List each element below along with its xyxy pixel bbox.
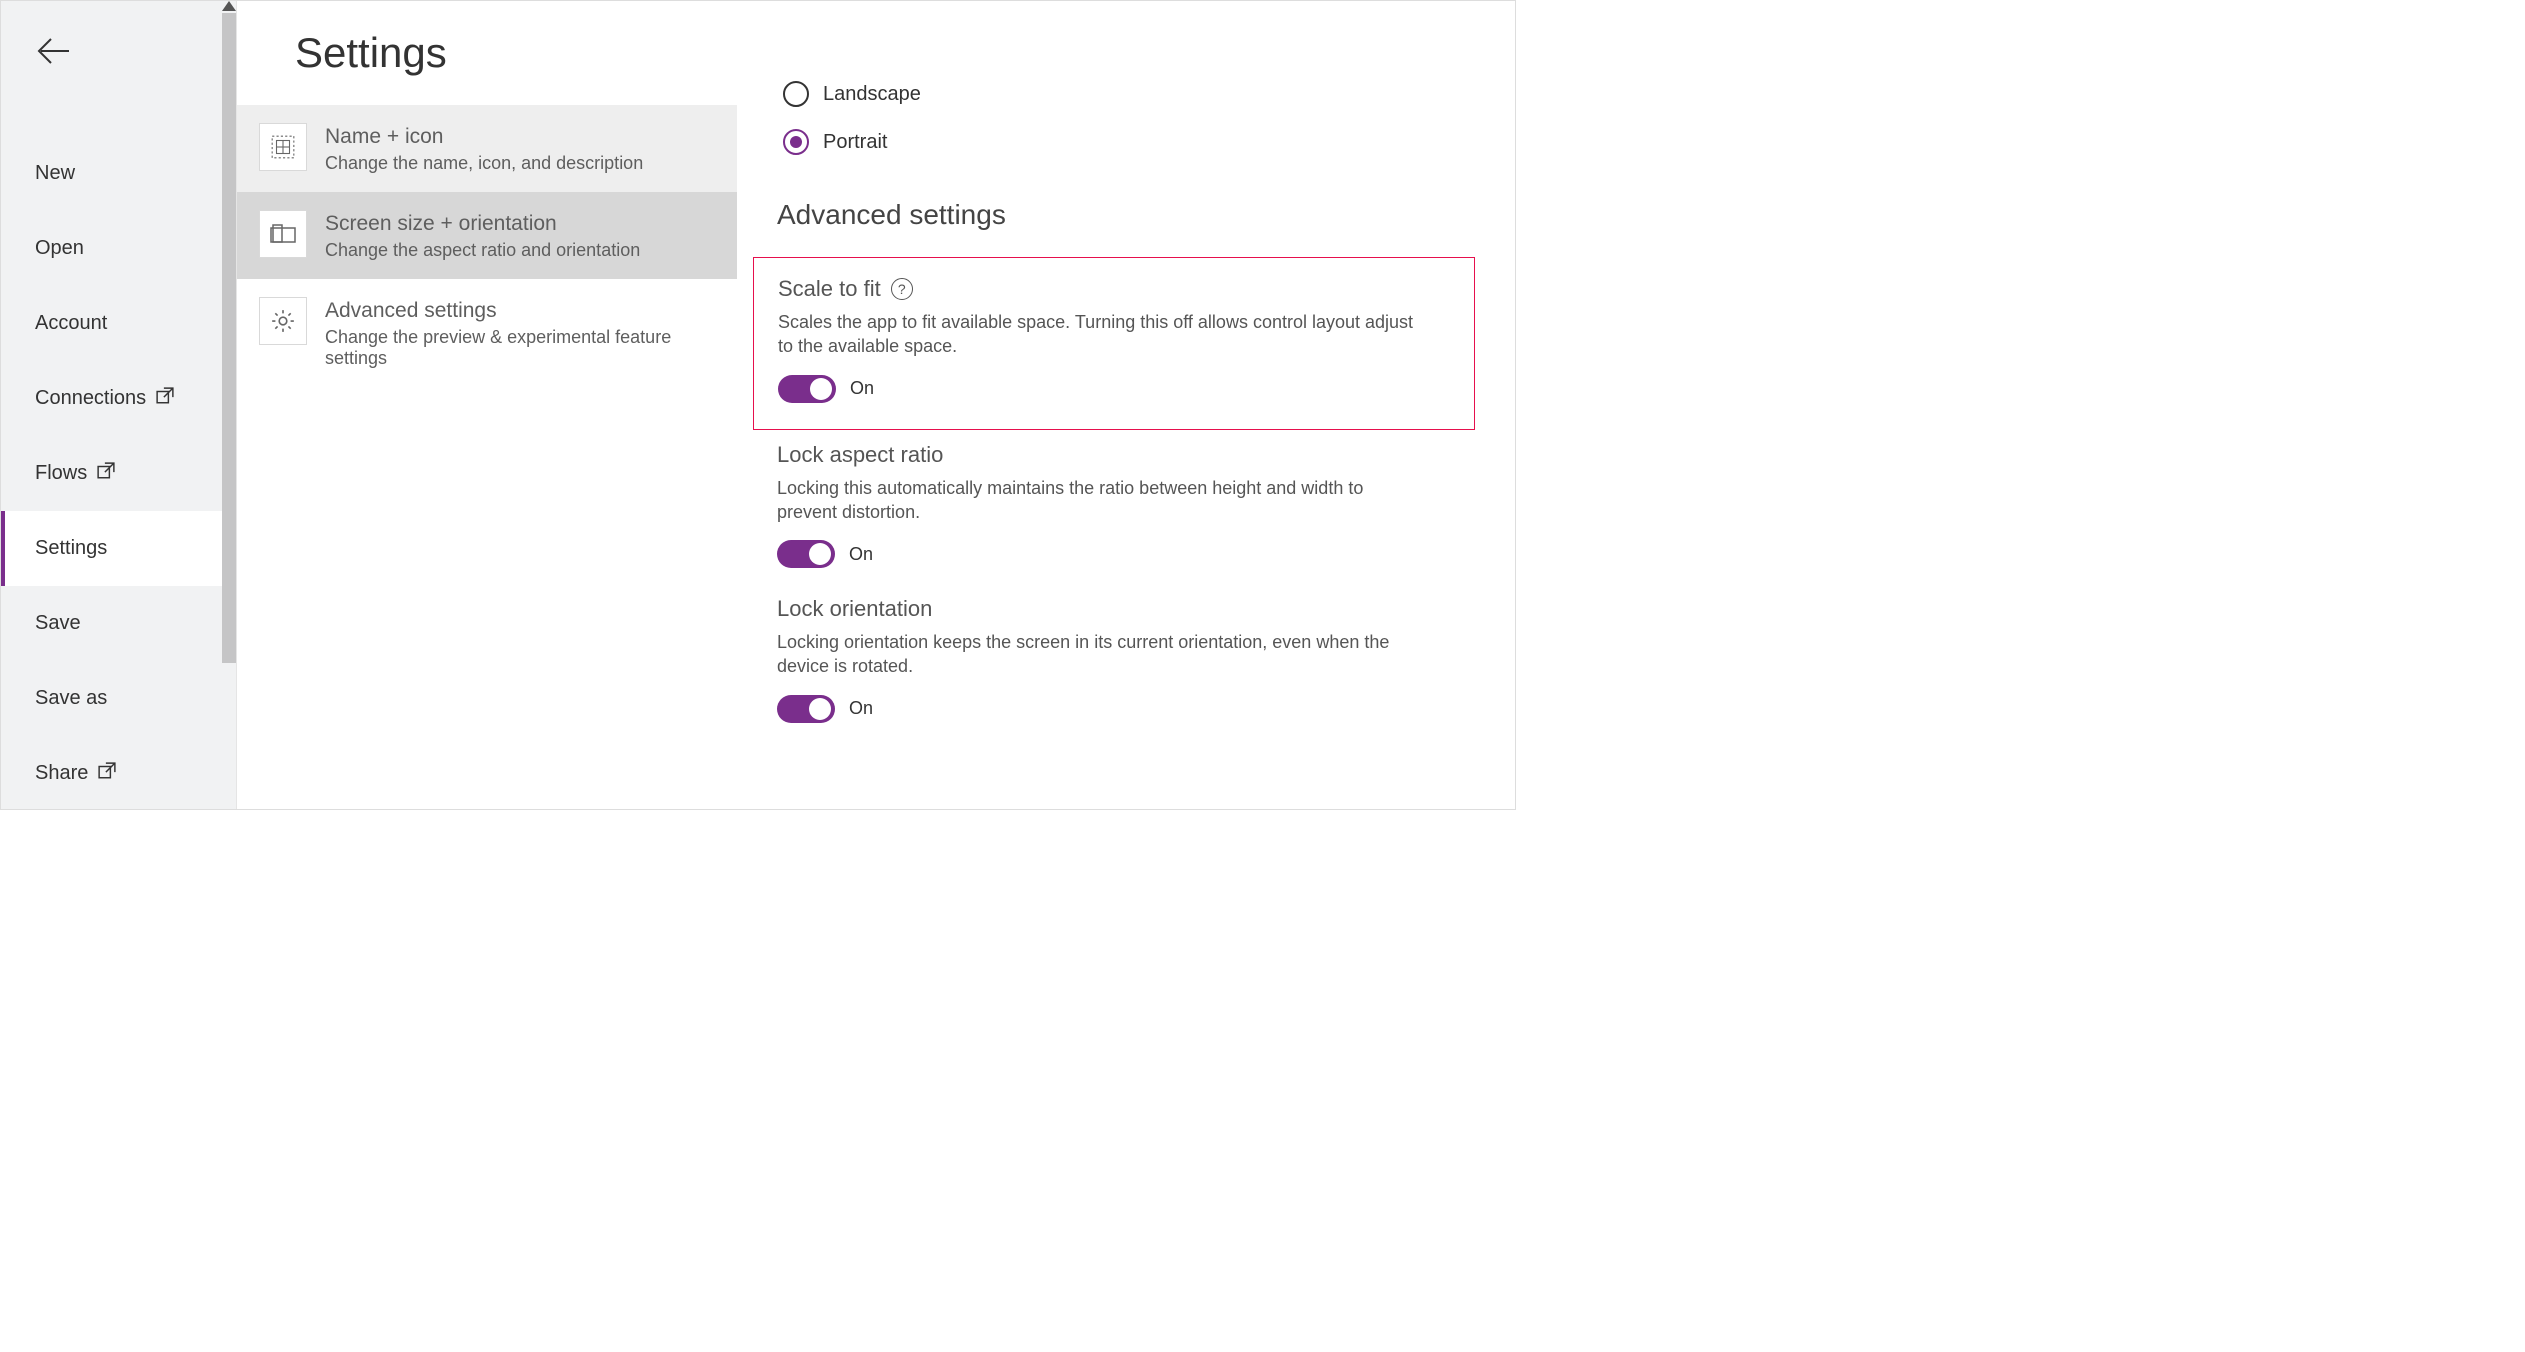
scroll-up-arrow[interactable] <box>222 1 236 11</box>
back-arrow-icon[interactable] <box>35 58 75 75</box>
page-title: Settings <box>237 1 737 105</box>
nav-item-settings[interactable]: Settings <box>1 511 236 586</box>
nav-label: Open <box>35 237 84 260</box>
orientation-radio-group: Landscape Portrait <box>783 81 1475 155</box>
nav-items: New Open Account Connections Flows Setti… <box>1 136 236 811</box>
card-name-icon[interactable]: Name + icon Change the name, icon, and d… <box>237 105 737 192</box>
card-desc: Change the preview & experimental featur… <box>325 327 715 369</box>
radio-label: Landscape <box>823 83 921 106</box>
radio-label: Portrait <box>823 131 887 154</box>
setting-scale-to-fit: Scale to fit ? Scales the app to fit ava… <box>778 276 1456 403</box>
left-nav-panel: New Open Account Connections Flows Setti… <box>1 1 237 809</box>
toggle-state-label: On <box>849 544 873 565</box>
card-advanced-settings[interactable]: Advanced settings Change the preview & e… <box>237 279 737 387</box>
nav-label: Save as <box>35 687 107 710</box>
toggle-lock-orientation[interactable] <box>777 695 835 723</box>
detail-panel: Landscape Portrait Advanced settings Sca… <box>737 1 1515 809</box>
nav-item-save[interactable]: Save <box>1 586 236 661</box>
toggle-lock-aspect-ratio[interactable] <box>777 540 835 568</box>
name-icon-icon <box>259 123 307 171</box>
nav-item-account[interactable]: Account <box>1 286 236 361</box>
external-link-icon <box>97 462 115 486</box>
gear-icon <box>259 297 307 345</box>
setting-title: Scale to fit <box>778 276 881 302</box>
radio-portrait[interactable]: Portrait <box>783 129 1475 155</box>
setting-lock-orientation: Lock orientation Locking orientation kee… <box>777 596 1475 723</box>
nav-item-save-as[interactable]: Save as <box>1 661 236 736</box>
nav-item-connections[interactable]: Connections <box>1 361 236 436</box>
toggle-state-label: On <box>850 378 874 399</box>
screen-size-icon <box>259 210 307 258</box>
nav-label: Account <box>35 312 107 335</box>
settings-category-panel: Settings Name + icon Change the name, ic… <box>237 1 737 809</box>
toggle-scale-to-fit[interactable] <box>778 375 836 403</box>
setting-title: Lock orientation <box>777 596 932 622</box>
nav-label: Settings <box>35 537 107 560</box>
nav-label: Connections <box>35 387 146 410</box>
setting-desc: Locking orientation keeps the screen in … <box>777 630 1417 679</box>
scrollbar-gutter <box>222 1 236 809</box>
setting-desc: Locking this automatically maintains the… <box>777 476 1417 525</box>
advanced-settings-heading: Advanced settings <box>777 199 1475 231</box>
card-desc: Change the aspect ratio and orientation <box>325 240 640 261</box>
toggle-state-label: On <box>849 698 873 719</box>
card-title: Name + icon <box>325 125 643 149</box>
card-screen-size[interactable]: Screen size + orientation Change the asp… <box>237 192 737 279</box>
radio-landscape[interactable]: Landscape <box>783 81 1475 107</box>
external-link-icon <box>98 762 116 786</box>
nav-item-open[interactable]: Open <box>1 211 236 286</box>
setting-title: Lock aspect ratio <box>777 442 943 468</box>
nav-item-new[interactable]: New <box>1 136 236 211</box>
scrollbar-thumb[interactable] <box>222 13 236 663</box>
highlight-annotation: Scale to fit ? Scales the app to fit ava… <box>753 257 1475 430</box>
nav-item-share[interactable]: Share <box>1 736 236 811</box>
card-title: Advanced settings <box>325 299 715 323</box>
nav-label: Flows <box>35 462 87 485</box>
help-icon[interactable]: ? <box>891 278 913 300</box>
external-link-icon <box>156 387 174 411</box>
setting-lock-aspect-ratio: Lock aspect ratio Locking this automatic… <box>777 442 1475 569</box>
nav-item-flows[interactable]: Flows <box>1 436 236 511</box>
setting-desc: Scales the app to fit available space. T… <box>778 310 1418 359</box>
card-title: Screen size + orientation <box>325 212 640 236</box>
card-desc: Change the name, icon, and description <box>325 153 643 174</box>
nav-label: New <box>35 162 75 185</box>
nav-label: Share <box>35 762 88 785</box>
nav-label: Save <box>35 612 81 635</box>
